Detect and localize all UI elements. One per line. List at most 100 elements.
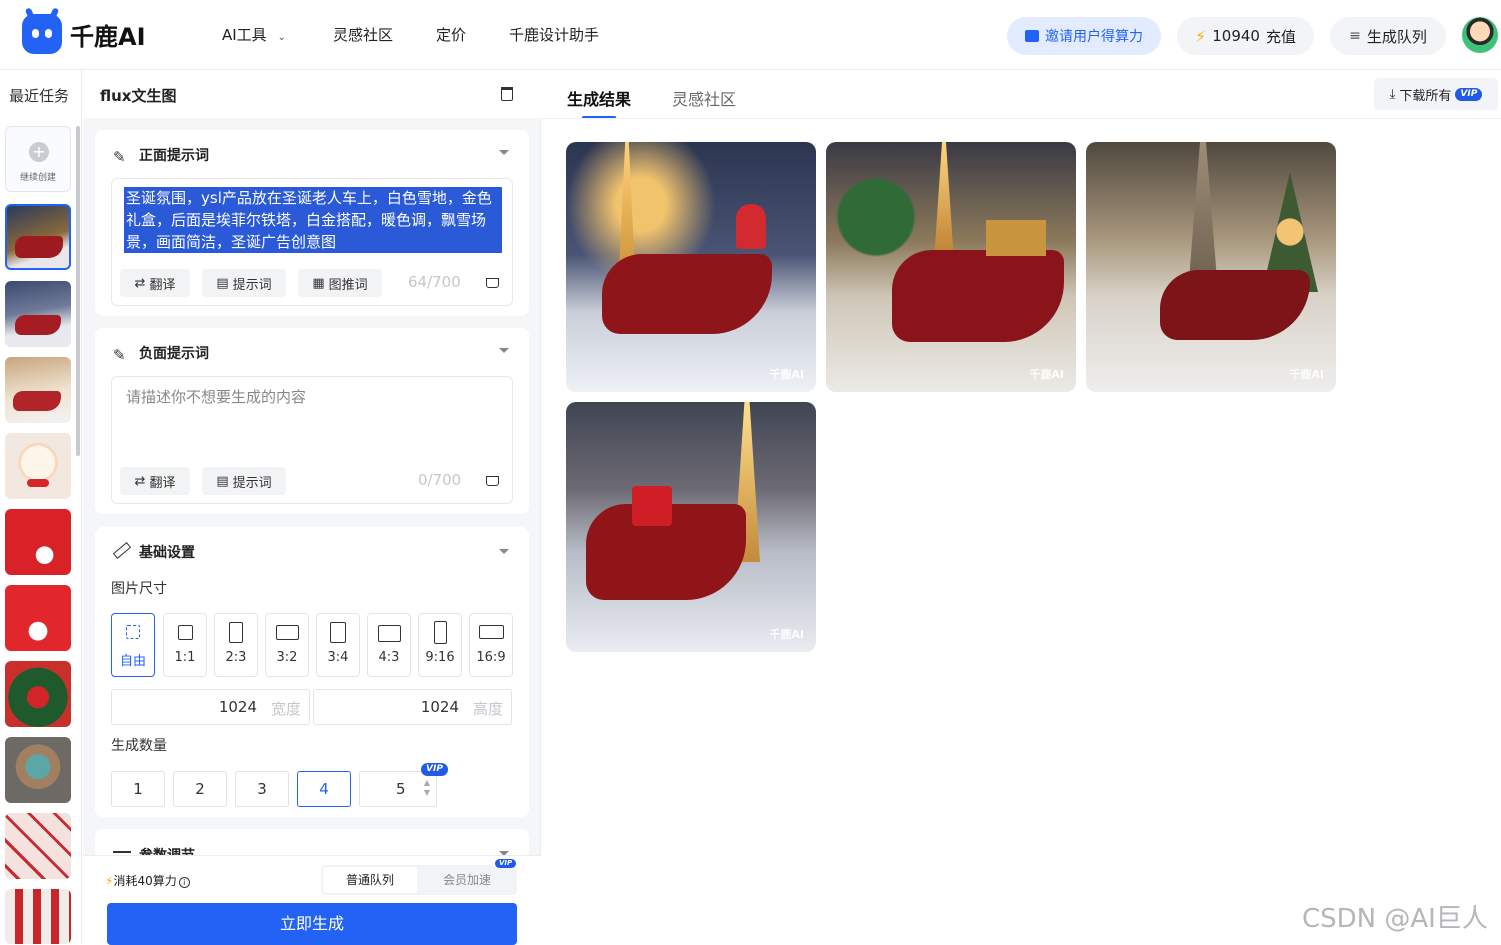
- continue-create-label: 继续创建: [19, 173, 56, 183]
- recharge-label: 充值: [1265, 27, 1296, 46]
- brand-logo[interactable]: 千鹿AI: [22, 14, 146, 54]
- credits-count: 10940: [1212, 27, 1260, 45]
- normal-queue-option[interactable]: 普通队列: [323, 867, 417, 893]
- tab-community[interactable]: 灵感社区: [672, 86, 736, 110]
- height-input[interactable]: 1024 高度: [313, 689, 512, 725]
- lightning-icon: ⚡: [1195, 26, 1207, 46]
- recent-task-thumb[interactable]: [5, 281, 71, 347]
- negative-prompt-card: ✎ 负面提示词 请描述你不想要生成的内容 ⇄ 翻译 ▤ 提示词 0/700: [95, 328, 529, 514]
- ratio-free[interactable]: 自由: [111, 613, 155, 677]
- queue-button[interactable]: ≡ 生成队列: [1330, 17, 1446, 55]
- queue-toggle: 普通队列 会员加速: [321, 865, 517, 895]
- recent-task-thumb[interactable]: [5, 585, 71, 651]
- basket-icon[interactable]: [486, 476, 499, 486]
- recent-task-thumb[interactable]: [5, 357, 71, 423]
- sliders-icon: [113, 851, 131, 853]
- settings-panel: flux文生图 ✎ 正面提示词 圣诞氛围，ysl产品放在圣诞老人车上，白色雪地，…: [83, 70, 541, 945]
- nav-ai-tools[interactable]: AI工具 ⌄: [222, 24, 286, 45]
- list-icon: ≡: [1349, 28, 1361, 44]
- gift-icon: [1025, 30, 1039, 42]
- prompt-button[interactable]: ▤ 提示词: [202, 269, 286, 297]
- recent-task-thumb[interactable]: [5, 889, 71, 944]
- width-input[interactable]: 1024 宽度: [111, 689, 310, 725]
- result-image[interactable]: 千鹿AI: [826, 142, 1076, 392]
- image-to-prompt-button[interactable]: ▦ 图推词: [298, 269, 382, 297]
- result-image[interactable]: 千鹿AI: [566, 142, 816, 392]
- translate-button[interactable]: ⇄ 翻译: [120, 269, 190, 297]
- collapse-chevron-icon[interactable]: [499, 549, 509, 554]
- continue-create-button[interactable]: + 继续创建: [5, 126, 71, 192]
- queue-label: 生成队列: [1366, 27, 1427, 46]
- positive-prompt-title: 正面提示词: [139, 148, 209, 164]
- download-all-button[interactable]: ⤓ 下载所有 VIP: [1374, 78, 1498, 110]
- tab-divider: [542, 118, 1501, 119]
- recent-tasks-sidebar: 最近任务 + 继续创建: [0, 70, 82, 944]
- ruler-icon: [112, 542, 132, 559]
- recent-task-thumb[interactable]: [5, 509, 71, 575]
- nav-pricing[interactable]: 定价: [436, 24, 466, 45]
- recent-task-thumb[interactable]: [5, 661, 71, 727]
- ratio-3-4[interactable]: 3:4: [316, 613, 360, 677]
- nav-design-assistant[interactable]: 千鹿设计助手: [509, 24, 599, 45]
- tab-results[interactable]: 生成结果: [567, 86, 631, 110]
- basket-icon[interactable]: [486, 278, 499, 288]
- quill-icon: ✎: [113, 148, 126, 166]
- top-header: 千鹿AI AI工具 ⌄ 灵感社区 定价 千鹿设计助手 邀请用户得算力 ⚡ 109…: [0, 0, 1501, 70]
- ratio-3-2[interactable]: 3:2: [265, 613, 309, 677]
- negative-prompt-placeholder: 请描述你不想要生成的内容: [126, 388, 307, 406]
- deer-logo-icon: [22, 14, 62, 54]
- sidebar-scrollbar[interactable]: [76, 126, 80, 456]
- info-icon[interactable]: i: [178, 877, 190, 888]
- page-watermark: CSDN @AI巨人: [1302, 904, 1488, 934]
- result-image[interactable]: 千鹿AI: [1086, 142, 1336, 392]
- positive-prompt-card: ✎ 正面提示词 圣诞氛围，ysl产品放在圣诞老人车上，白色雪地，金色礼盒，后面是…: [95, 130, 529, 316]
- user-avatar[interactable]: [1462, 17, 1498, 53]
- ratio-label: 1:1: [174, 650, 196, 665]
- prompt-label: 提示词: [232, 475, 272, 491]
- prompt-button[interactable]: ▤ 提示词: [202, 467, 286, 495]
- translate-label: 翻译: [149, 277, 176, 293]
- quantity-2[interactable]: 2: [173, 771, 227, 807]
- nav-ai-tools-label: AI工具: [222, 26, 267, 44]
- recent-task-thumb[interactable]: [5, 204, 71, 270]
- ratio-16-9[interactable]: 16:9: [469, 613, 513, 677]
- collapse-chevron-icon[interactable]: [499, 348, 509, 353]
- ratio-2-3[interactable]: 2:3: [214, 613, 258, 677]
- recent-task-thumb[interactable]: [5, 433, 71, 499]
- trash-icon[interactable]: [501, 87, 513, 101]
- translate-button[interactable]: ⇄ 翻译: [120, 467, 190, 495]
- negative-prompt-input[interactable]: 请描述你不想要生成的内容 ⇄ 翻译 ▤ 提示词 0/700: [111, 376, 513, 504]
- basic-settings-title: 基础设置: [139, 545, 195, 561]
- recent-tasks-title: 最近任务: [9, 87, 70, 105]
- quantity-1[interactable]: 1: [111, 771, 165, 807]
- recent-task-thumb[interactable]: [5, 813, 71, 879]
- image-icon: ▦: [312, 275, 325, 291]
- brand-name: 千鹿AI: [70, 22, 146, 51]
- nav-community[interactable]: 灵感社区: [333, 24, 393, 45]
- positive-prompt-input[interactable]: 圣诞氛围，ysl产品放在圣诞老人车上，白色雪地，金色礼盒，后面是埃菲尔铁塔，白金…: [111, 178, 513, 306]
- invite-button[interactable]: 邀请用户得算力: [1007, 17, 1161, 55]
- collapse-chevron-icon[interactable]: [499, 150, 509, 155]
- panel-title: flux文生图: [100, 87, 177, 105]
- vip-badge: VIP: [1455, 87, 1483, 101]
- vip-queue-option[interactable]: 会员加速: [419, 867, 515, 893]
- download-all-label: 下载所有: [1399, 88, 1452, 104]
- ratio-label: 3:2: [276, 650, 298, 665]
- translate-icon: ⇄: [134, 473, 146, 489]
- ratio-4-3[interactable]: 4:3: [367, 613, 411, 677]
- chevron-down-icon: ⌄: [277, 32, 286, 43]
- ratio-9-16[interactable]: 9:16: [418, 613, 462, 677]
- result-watermark: 千鹿AI: [1289, 368, 1324, 381]
- stepper-arrows-icon[interactable]: ▲ ▼: [424, 778, 430, 798]
- ratio-1-1[interactable]: 1:1: [163, 613, 207, 677]
- ratio-label: 3:4: [327, 650, 349, 665]
- recent-task-thumb[interactable]: [5, 737, 71, 803]
- width-value: 1024: [218, 698, 257, 716]
- quantity-4[interactable]: 4: [297, 771, 351, 807]
- quantity-5-stepper[interactable]: 5 ▲ ▼: [359, 771, 437, 807]
- result-image[interactable]: 千鹿AI: [566, 402, 816, 652]
- cost-label: 消耗40算力: [113, 874, 177, 888]
- generate-button[interactable]: 立即生成: [107, 903, 517, 945]
- credits-recharge-button[interactable]: ⚡ 10940 充值: [1177, 17, 1314, 55]
- quantity-3[interactable]: 3: [235, 771, 289, 807]
